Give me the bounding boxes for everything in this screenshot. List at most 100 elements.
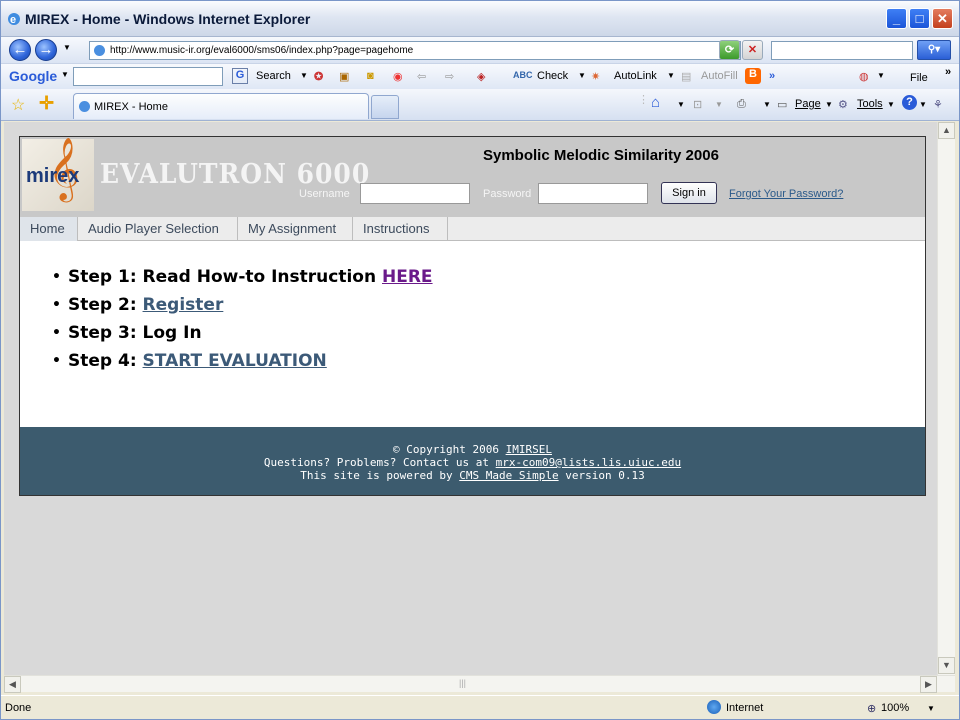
chevron-icon[interactable]: » (945, 66, 951, 78)
step-text: Step 4: (68, 351, 143, 371)
minimize-button[interactable]: _ (886, 8, 907, 29)
vertical-scrollbar[interactable]: ▲ ▼ (937, 122, 955, 675)
history-dropdown-icon[interactable]: ▼ (63, 43, 71, 52)
autolink-icon[interactable]: ✷ (591, 70, 600, 83)
menu-instructions[interactable]: Instructions (353, 217, 448, 241)
forgot-password-link[interactable]: Forgot Your Password? (729, 188, 843, 200)
toolbar-icon-4[interactable]: ◉ (393, 70, 403, 83)
autolink-dropdown-icon[interactable]: ▼ (667, 71, 675, 80)
toolbar-icon-5[interactable]: ◈ (477, 70, 485, 83)
favorites-bar: ☆ ✛ MIREX - Home ⋮ ⌂ ▼ ⊡ ▼ ⎙ ▼ ▭ Page ▼ … (1, 89, 959, 121)
search-dropdown-icon[interactable]: ▼ (300, 71, 308, 80)
refresh-button[interactable]: ⟳ (719, 40, 740, 60)
forward-button[interactable]: → (35, 39, 57, 61)
research-icon[interactable]: ⚘ (933, 98, 943, 111)
toolbar-icon-3[interactable]: ◙ (367, 70, 374, 82)
horizontal-scrollbar[interactable]: ◀ ▶ ||| (4, 675, 955, 693)
autofill-icon[interactable]: ▤ (681, 70, 691, 83)
ie-icon: e (8, 13, 20, 26)
stop-button[interactable]: ✕ (742, 40, 763, 60)
scroll-right-icon[interactable]: ▶ (920, 676, 937, 693)
tools-gear-icon[interactable]: ⚙ (838, 98, 848, 111)
menu-home[interactable]: Home (20, 217, 78, 241)
help-icon[interactable]: ? (902, 95, 917, 110)
print-dropdown-icon[interactable]: ▼ (763, 100, 771, 109)
check-dropdown-icon[interactable]: ▼ (578, 71, 586, 80)
bullet: • (52, 297, 61, 313)
blogger-icon[interactable]: B (745, 68, 761, 84)
favorites-star-icon[interactable]: ☆ (11, 95, 25, 115)
username-field[interactable] (360, 183, 470, 204)
bullet: • (52, 269, 61, 285)
prev-icon[interactable]: ⇦ (417, 70, 426, 83)
autofill-button[interactable]: AutoFill (701, 70, 738, 82)
start-evaluation-link[interactable]: START EVALUATION (143, 351, 327, 371)
print-icon[interactable]: ⎙ (737, 98, 746, 111)
sign-in-button[interactable]: Sign in (661, 182, 717, 204)
google-dropdown-icon[interactable]: ▼ (61, 70, 69, 79)
home-icon[interactable]: ⌂ (651, 94, 660, 111)
logo-text: mirex (26, 165, 80, 187)
menu-my-assignment[interactable]: My Assignment (238, 217, 353, 241)
help-dropdown-icon[interactable]: ▼ (919, 100, 927, 109)
page-dropdown-icon[interactable]: ▼ (825, 100, 833, 109)
tab-label: MIREX - Home (94, 101, 168, 113)
password-field[interactable] (538, 183, 648, 204)
menu-audio-player-selection[interactable]: Audio Player Selection (78, 217, 238, 241)
zoom-level[interactable]: 100% (881, 702, 909, 714)
status-bar: Done Internet ⊕ 100% ▼ (1, 695, 959, 719)
tools-menu[interactable]: Tools (857, 98, 883, 110)
mirex-logo[interactable]: 𝄞 mirex (22, 137, 94, 211)
site-menu: Home Audio Player Selection My Assignmen… (20, 217, 925, 241)
bullet: • (52, 325, 61, 341)
zone-text: Internet (726, 702, 764, 714)
zoom-dropdown-icon[interactable]: ▼ (927, 704, 935, 713)
file-menu[interactable]: File (910, 72, 928, 84)
window-title: MIREX - Home - Windows Internet Explorer (25, 11, 311, 27)
tab-page-icon (79, 101, 90, 112)
page-menu[interactable]: Page (795, 98, 821, 110)
feeds-icon[interactable]: ⊡ (693, 98, 702, 111)
close-button[interactable]: ✕ (932, 8, 953, 29)
feeds-dropdown-icon[interactable]: ▼ (715, 100, 723, 109)
title-bar: e MIREX - Home - Windows Internet Explor… (1, 1, 959, 37)
scroll-left-icon[interactable]: ◀ (4, 676, 21, 693)
browser-window: e MIREX - Home - Windows Internet Explor… (0, 0, 960, 720)
add-favorite-icon[interactable]: ✛ (39, 93, 54, 114)
how-to-link[interactable]: HERE (382, 267, 433, 287)
autolink-button[interactable]: AutoLink (614, 70, 657, 82)
google-logo[interactable]: Google (9, 68, 57, 84)
tools-dropdown-icon[interactable]: ▼ (887, 100, 895, 109)
step-text: Step 1: Read How-to Instruction (68, 267, 382, 287)
copyright-line: © Copyright 2006 IMIRSEL (393, 443, 552, 456)
more-button[interactable]: » (769, 70, 775, 82)
back-button[interactable]: ← (9, 39, 31, 61)
tab-mirex-home[interactable]: MIREX - Home (73, 93, 369, 119)
google-toolbar: Google ▼ G Search ▼ ✪ ▣ ◙ ◉ ⇦ ⇨ ◈ ABC Ch… (1, 63, 959, 89)
maximize-button[interactable]: □ (909, 8, 930, 29)
search-input[interactable] (771, 41, 913, 60)
spellcheck-icon[interactable]: ABC (513, 70, 533, 80)
imirsel-link[interactable]: IMIRSEL (506, 443, 552, 456)
check-button[interactable]: Check (537, 70, 568, 82)
cms-link[interactable]: CMS Made Simple (459, 469, 558, 482)
scroll-down-icon[interactable]: ▼ (938, 657, 955, 674)
address-bar[interactable]: http://www.music-ir.org/eval6000/sms06/i… (89, 41, 741, 60)
toolbar-icon-1[interactable]: ✪ (314, 70, 323, 83)
translate-dropdown-icon[interactable]: ▼ (877, 71, 885, 80)
scroll-up-icon[interactable]: ▲ (938, 122, 955, 139)
search-go-button[interactable]: ⚲▾ (917, 40, 951, 60)
g-search-icon[interactable]: G (232, 68, 248, 84)
google-search-button[interactable]: Search (256, 70, 291, 82)
page-menu-icon[interactable]: ▭ (777, 98, 787, 111)
toolbar-icon-2[interactable]: ▣ (339, 70, 349, 83)
scroll-grip[interactable]: ||| (459, 678, 466, 688)
next-icon[interactable]: ⇨ (445, 70, 454, 83)
google-search-input[interactable] (73, 67, 223, 86)
new-tab-button[interactable] (371, 95, 399, 119)
translate-icon[interactable]: ◍ (859, 70, 869, 83)
zoom-icon[interactable]: ⊕ (867, 702, 876, 715)
register-link[interactable]: Register (143, 295, 224, 315)
home-dropdown-icon[interactable]: ▼ (677, 100, 685, 109)
contact-email-link[interactable]: mrx-com09@lists.lis.uiuc.edu (496, 456, 681, 469)
